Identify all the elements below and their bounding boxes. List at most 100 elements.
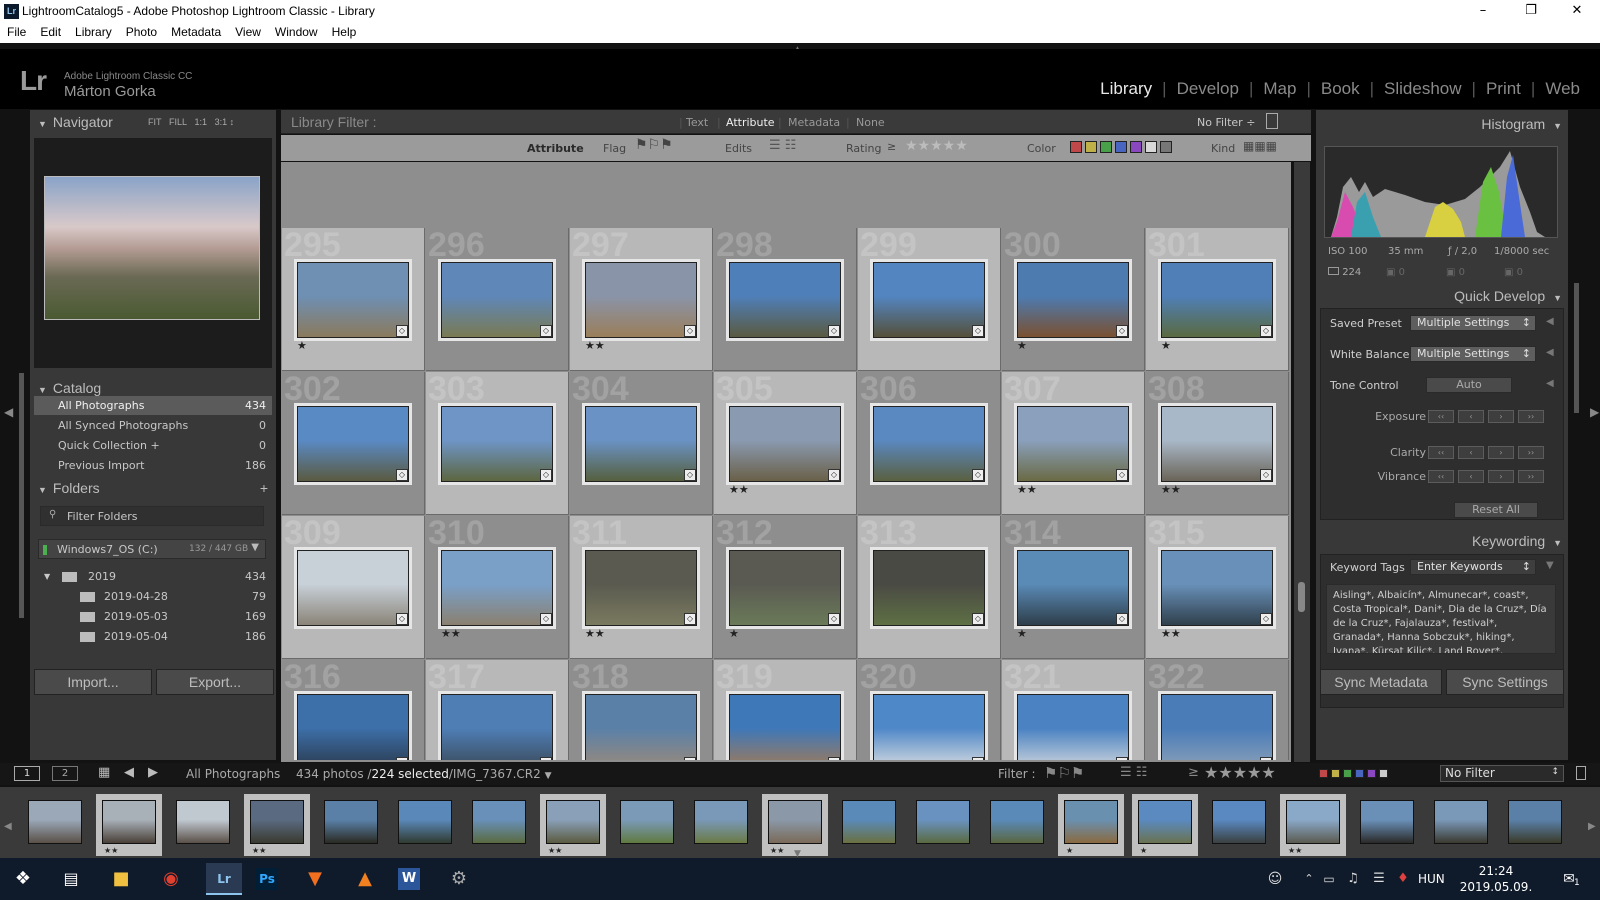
menu-metadata[interactable]: Metadata	[164, 23, 228, 39]
close-button[interactable]: ✕	[1554, 0, 1600, 23]
maximize-button[interactable]: ❐	[1508, 0, 1554, 23]
saved-preset-dropdown[interactable]: Multiple Settings ↕	[1410, 315, 1536, 331]
filmstrip-thumbnail[interactable]	[1354, 794, 1420, 856]
keyword-badge-icon[interactable]: ◇	[972, 757, 984, 760]
folder-2019[interactable]: ▼ 2019 434	[34, 567, 272, 586]
grid-cell[interactable]: 299 ◇	[858, 228, 1001, 371]
photo-thumbnail[interactable]	[873, 550, 985, 626]
keyword-badge-icon[interactable]: ◇	[972, 325, 984, 337]
keyword-badge-icon[interactable]: ◇	[828, 469, 840, 481]
chrome-icon[interactable]: ◉	[158, 866, 184, 892]
keyword-badge-icon[interactable]: ◇	[972, 469, 984, 481]
tone-control-expand-icon[interactable]: ◀	[1546, 378, 1554, 389]
photo-thumbnail[interactable]	[297, 406, 409, 482]
zoom-1-1[interactable]: 1:1	[195, 117, 208, 127]
keyword-badge-icon[interactable]: ◇	[828, 613, 840, 625]
left-scrollbar[interactable]	[19, 373, 24, 618]
catalog-item-previous-import[interactable]: Previous Import 186	[34, 456, 272, 475]
grid-cell[interactable]: 309 ◇	[282, 516, 425, 659]
histogram-header[interactable]: Histogram ▼	[1466, 116, 1562, 136]
filmstrip-thumbnail[interactable]: ★★	[1280, 794, 1346, 856]
module-develop[interactable]: Develop	[1167, 79, 1249, 98]
grid-cell[interactable]: 314 ◇ ★	[1002, 516, 1145, 659]
add-folder-icon[interactable]: +	[260, 480, 268, 496]
keyword-badge-icon[interactable]: ◇	[1260, 469, 1272, 481]
windows-start-icon[interactable]: ❖	[10, 866, 36, 892]
filmstrip-color-filters[interactable]	[1316, 766, 1388, 779]
lock-icon[interactable]	[1266, 113, 1278, 129]
import-button[interactable]: Import...	[34, 669, 152, 695]
keyword-tags-dropdown[interactable]: Enter Keywords ↕	[1410, 559, 1536, 575]
filmstrip-thumbnail[interactable]	[1428, 794, 1494, 856]
menu-library[interactable]: Library	[68, 23, 119, 39]
folder-2019-04-28[interactable]: 2019-04-28 79	[34, 587, 272, 606]
star-rating[interactable]: ★	[1017, 627, 1027, 640]
grid-cell[interactable]: 307 ◇ ★★	[1002, 372, 1145, 515]
folders-header[interactable]: ▼ Folders +	[38, 480, 268, 500]
quick-develop-header[interactable]: Quick Develop ▼	[1426, 288, 1562, 308]
filmstrip-thumbnail[interactable]	[910, 794, 976, 856]
filmstrip-filter-dropdown[interactable]: No Filter ↕	[1440, 765, 1564, 782]
grid-cell[interactable]: 320 ◇	[858, 660, 1001, 760]
photo-thumbnail[interactable]	[441, 550, 553, 626]
menu-window[interactable]: Window	[268, 23, 325, 39]
filmstrip-right-arrow-icon[interactable]: ▶	[1588, 821, 1596, 832]
module-book[interactable]: Book	[1311, 79, 1370, 98]
photo-thumbnail[interactable]	[585, 406, 697, 482]
photo-thumbnail[interactable]	[873, 262, 985, 338]
keyword-badge-icon[interactable]: ◇	[1260, 325, 1272, 337]
photo-thumbnail[interactable]	[585, 550, 697, 626]
keyword-badge-icon[interactable]: ◇	[684, 325, 696, 337]
photo-thumbnail[interactable]	[1017, 262, 1129, 338]
keyword-badge-icon[interactable]: ◇	[1116, 757, 1128, 760]
grid-cell[interactable]: 313 ◇	[858, 516, 1001, 659]
catalog-item-all-synced[interactable]: All Synced Photographs 0	[34, 416, 272, 435]
keyword-badge-icon[interactable]: ◇	[396, 757, 408, 760]
tray-app-icon[interactable]: ♦	[1390, 866, 1416, 892]
menu-help[interactable]: Help	[325, 23, 364, 39]
secondary-window-button[interactable]: 2	[52, 766, 78, 781]
filter-tab-attribute[interactable]: Attribute	[726, 116, 775, 129]
keyword-badge-icon[interactable]: ◇	[684, 469, 696, 481]
filter-folders-input[interactable]: ⚲ Filter Folders	[40, 506, 264, 526]
filmstrip-thumbnail[interactable]	[392, 794, 458, 856]
star-rating[interactable]: ★★	[729, 483, 749, 496]
volume-bar[interactable]: Windows7_OS (C:) 132 / 447 GB ▼	[38, 539, 266, 559]
primary-window-button[interactable]: 1	[14, 766, 40, 781]
misc-app-icon[interactable]: ⚙	[446, 866, 472, 892]
module-web[interactable]: Web	[1535, 79, 1590, 98]
grid-cell[interactable]: 318 ◇	[570, 660, 713, 760]
color-label-filters[interactable]	[1067, 140, 1172, 153]
grid-cell[interactable]: 316 ◇	[282, 660, 425, 760]
histogram-graph[interactable]	[1324, 146, 1558, 238]
keyword-badge-icon[interactable]: ◇	[540, 613, 552, 625]
grid-cell[interactable]: 302 ◇	[282, 372, 425, 515]
folder-2019-05-03[interactable]: 2019-05-03 169	[34, 607, 272, 626]
vectorize-app-icon[interactable]: ▼	[302, 866, 328, 892]
keyword-badge-icon[interactable]: ◇	[396, 325, 408, 337]
filmstrip-thumbnail[interactable]	[466, 794, 532, 856]
star-rating[interactable]: ★	[1017, 339, 1027, 352]
grid-cell[interactable]: 321 ◇	[1002, 660, 1145, 760]
photo-thumbnail[interactable]	[873, 694, 985, 760]
photo-thumbnail[interactable]	[441, 406, 553, 482]
vlc-icon[interactable]: ▲	[352, 866, 378, 892]
star-rating[interactable]: ★★	[1161, 483, 1181, 496]
keyword-badge-icon[interactable]: ◇	[828, 757, 840, 760]
saved-preset-expand-icon[interactable]: ◀	[1546, 316, 1554, 327]
menu-edit[interactable]: Edit	[33, 23, 68, 39]
auto-tone-button[interactable]: Auto	[1426, 377, 1512, 393]
filmstrip-lock-icon[interactable]	[1576, 766, 1586, 780]
filmstrip-thumbnail[interactable]	[22, 794, 88, 856]
star-rating[interactable]: ★★	[585, 339, 605, 352]
flag-filter-icons[interactable]: ⚑⚐⚑	[635, 137, 673, 153]
photo-thumbnail[interactable]	[1161, 262, 1273, 338]
star-rating[interactable]: ★★	[1161, 627, 1181, 640]
grid-cell[interactable]: 319 ◇	[714, 660, 857, 760]
filter-tab-metadata[interactable]: Metadata	[788, 116, 840, 129]
folder-2019-05-04[interactable]: 2019-05-04 186	[34, 627, 272, 646]
photo-thumbnail[interactable]	[441, 262, 553, 338]
grid-cell[interactable]: 296 ◇	[426, 228, 569, 371]
grid-cell[interactable]: 315 ◇ ★★	[1146, 516, 1289, 659]
keywording-header[interactable]: Keywording ▼	[1436, 533, 1562, 553]
